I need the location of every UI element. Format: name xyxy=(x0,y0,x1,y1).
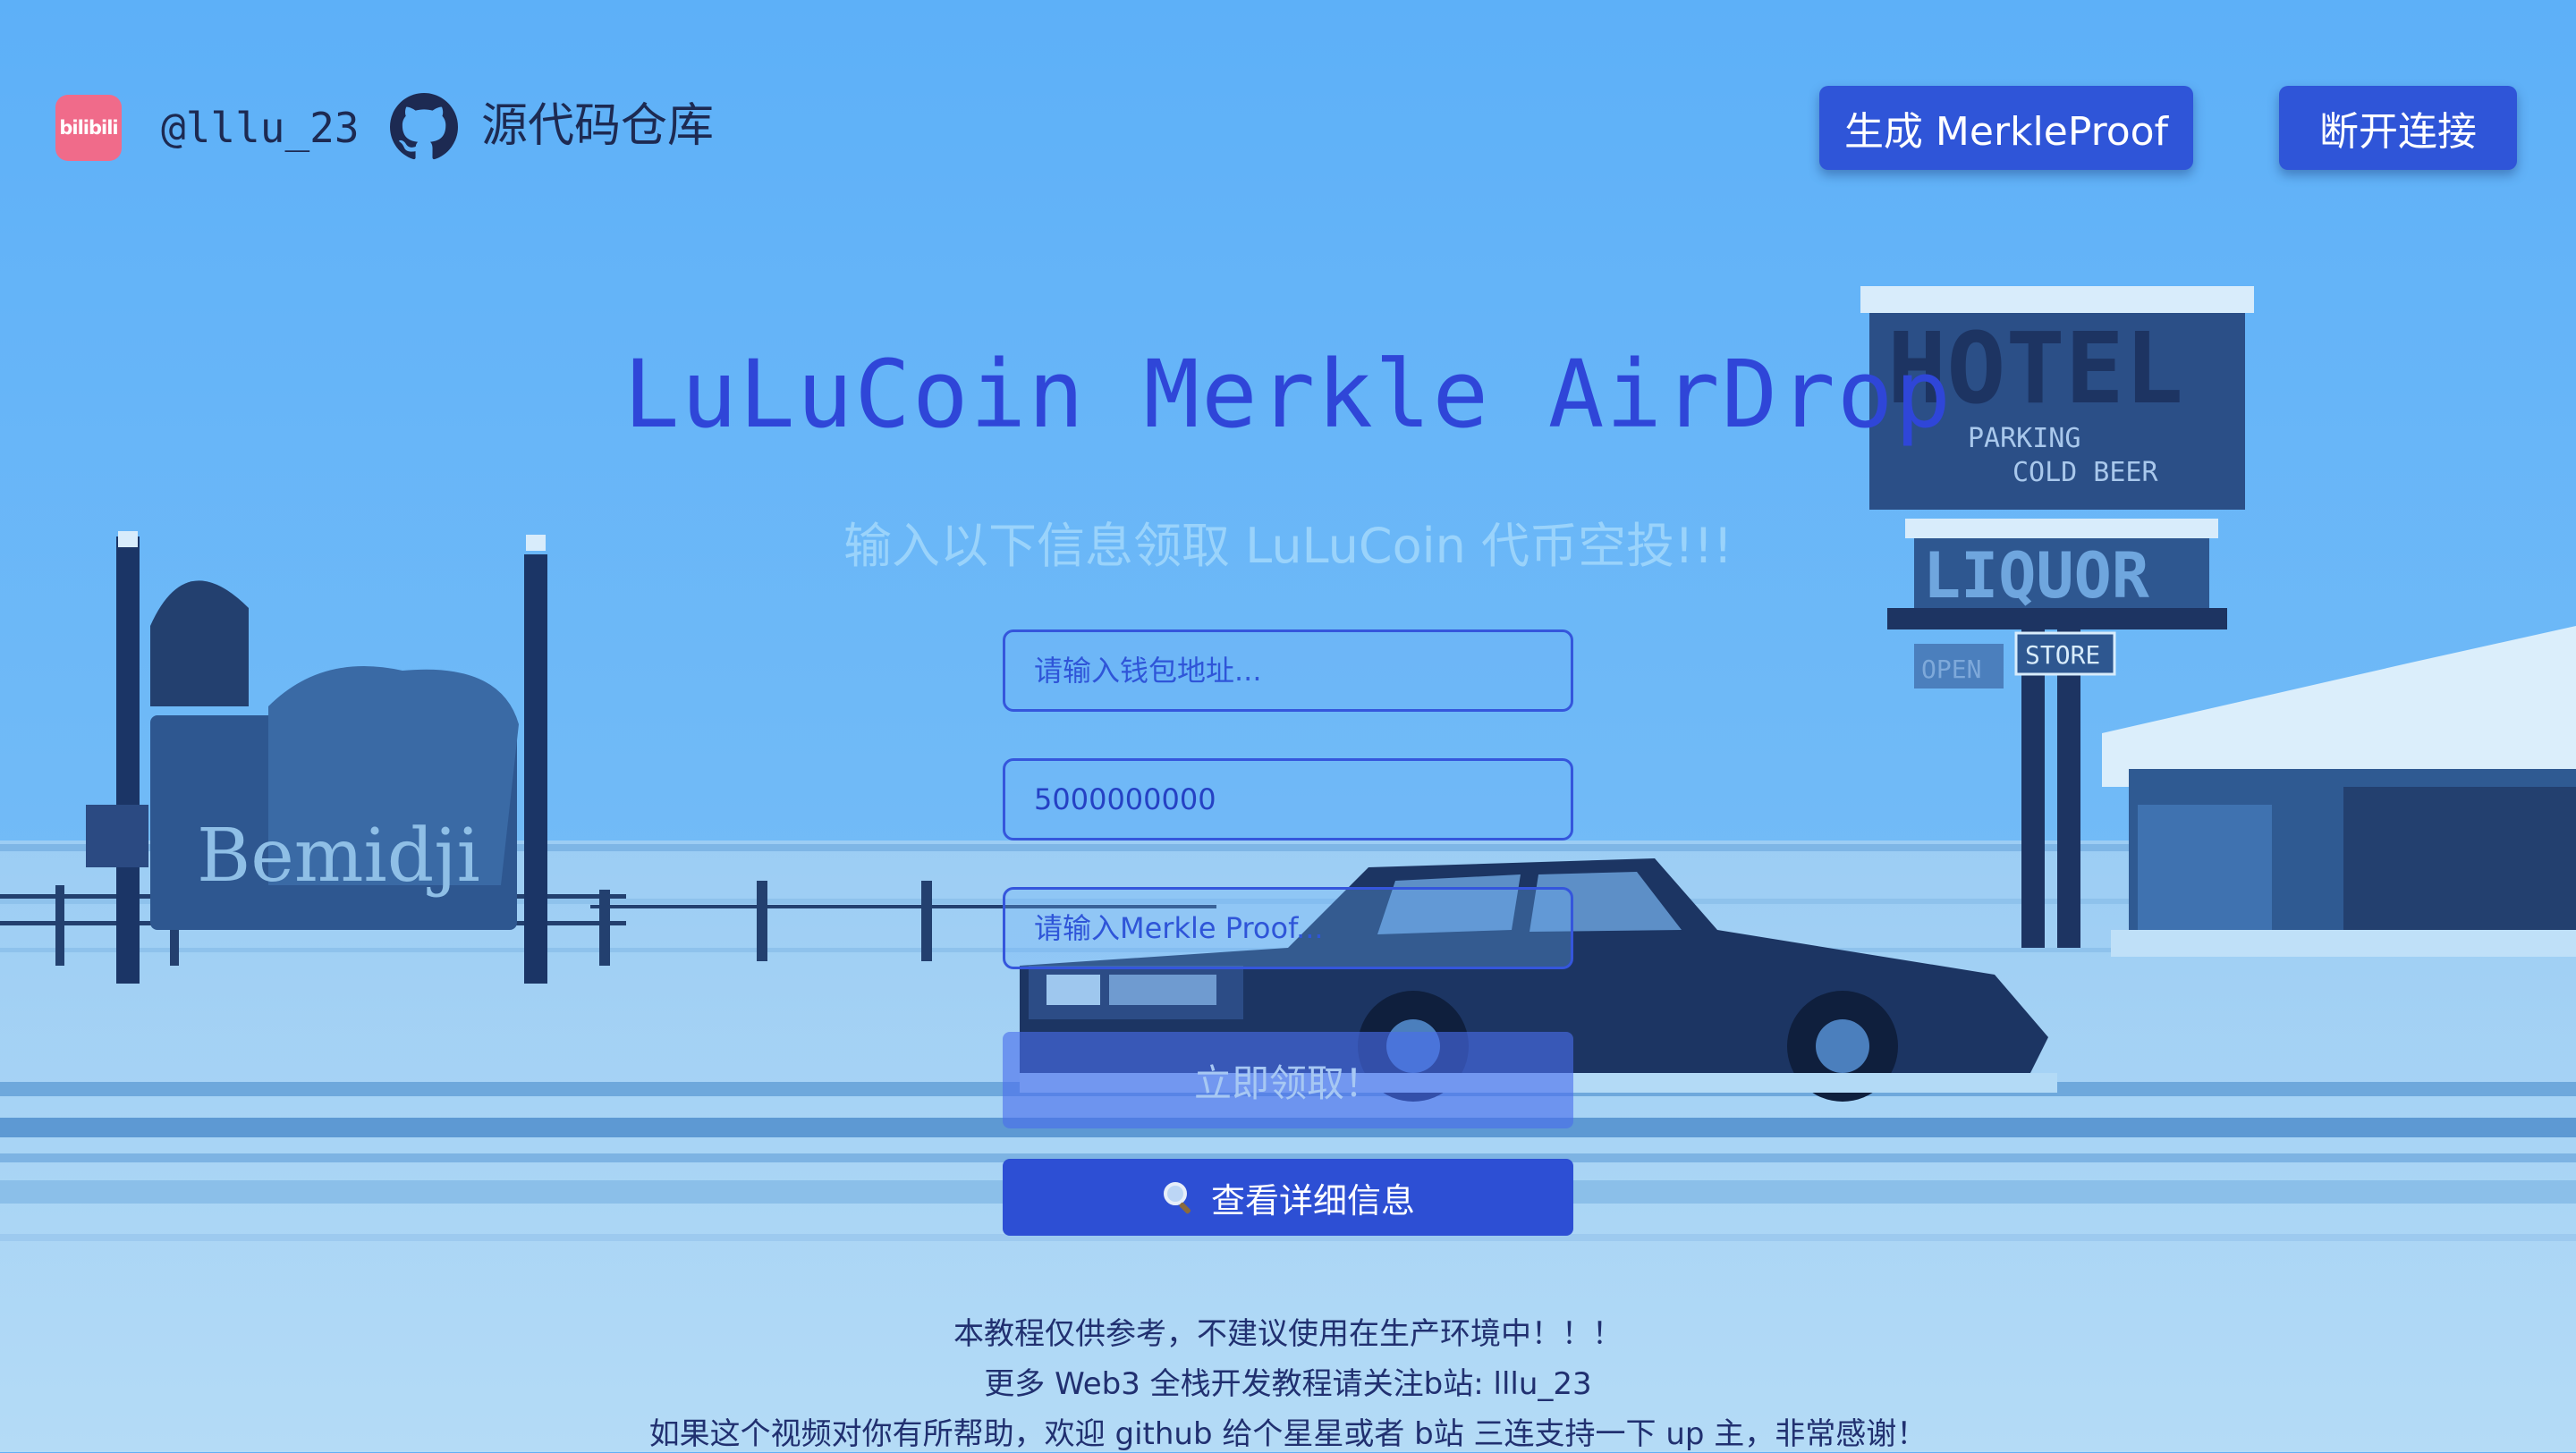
footer-thanks: 如果这个视频对你有所帮助，欢迎 github 给个星星或者 b站 三连支持一下 … xyxy=(648,1416,1928,1452)
bilibili-logo-icon[interactable]: bilibili xyxy=(55,95,122,161)
merkle-proof-input[interactable] xyxy=(1003,887,1573,969)
magnifier-icon xyxy=(1161,1179,1197,1215)
view-details-button[interactable]: 查看详细信息 xyxy=(1003,1159,1573,1236)
claim-button[interactable]: 立即领取！ xyxy=(1003,1032,1573,1128)
amount-input[interactable] xyxy=(1003,758,1573,841)
github-icon[interactable] xyxy=(390,93,458,161)
page-title: LuLuCoin Merkle AirDrop xyxy=(623,340,1953,449)
view-details-label: 查看详细信息 xyxy=(1210,1180,1415,1221)
disconnect-button[interactable]: 断开连接 xyxy=(2279,86,2517,170)
svg-text:Bemidji: Bemidji xyxy=(197,814,480,899)
svg-text:COLD BEER: COLD BEER xyxy=(2012,457,2158,488)
svg-text:STORE: STORE xyxy=(2025,640,2100,670)
wallet-address-input[interactable] xyxy=(1003,629,1573,712)
footer-disclaimer: 本教程仅供参考，不建议使用在生产环境中！！！ xyxy=(953,1316,1623,1352)
source-repo-link[interactable]: 源代码仓库 xyxy=(481,95,714,157)
bilibili-handle[interactable]: @lllu_23 xyxy=(161,97,360,159)
svg-text:OPEN: OPEN xyxy=(1921,655,1981,684)
generate-merkleproof-button[interactable]: 生成 MerkleProof xyxy=(1819,86,2193,170)
page-subtitle: 输入以下信息领取 LuLuCoin 代币空投!!! xyxy=(843,518,1733,574)
footer-follow: 更多 Web3 全栈开发教程请关注b站: lllu_23 xyxy=(984,1366,1592,1402)
